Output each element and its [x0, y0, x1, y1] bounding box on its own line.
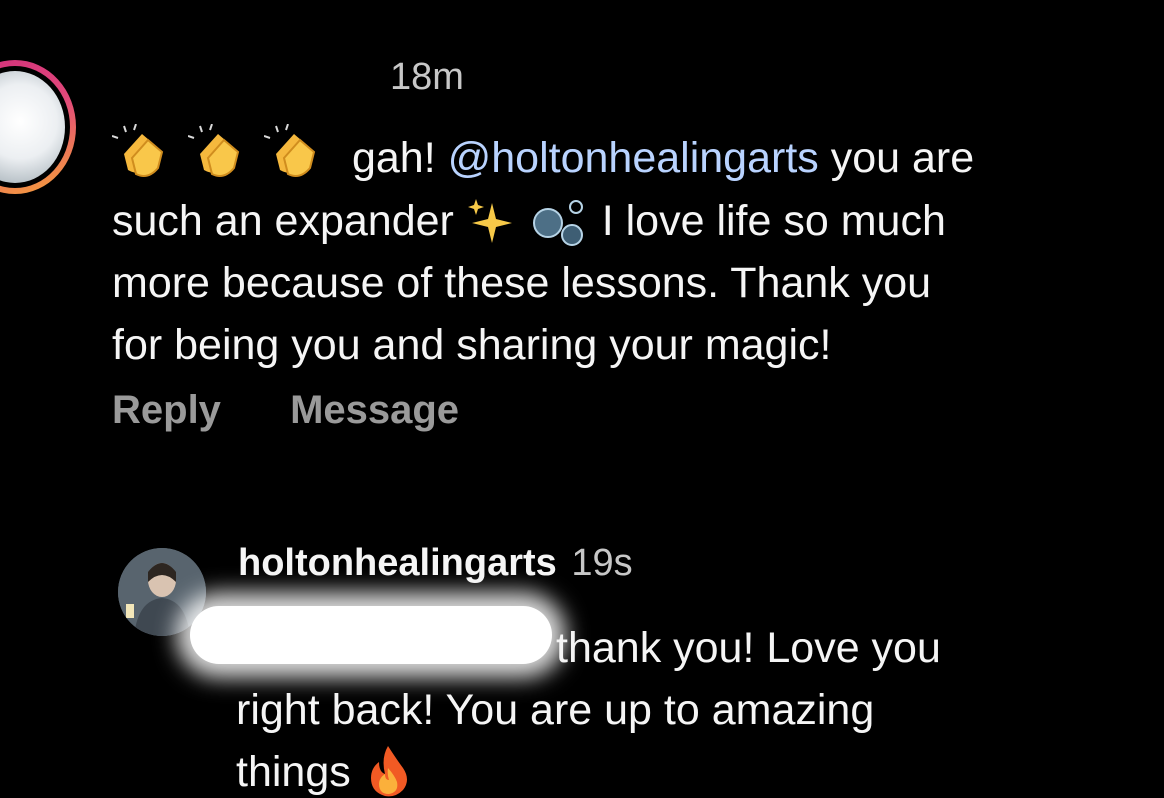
mention-link[interactable]: @holtonhealingarts — [448, 134, 819, 182]
comment-timestamp: 18m — [390, 56, 464, 98]
reply-text: thank you! Love you right back! You are … — [236, 617, 1136, 798]
clapping-hands-icon — [111, 123, 188, 190]
fire-icon — [363, 746, 413, 797]
comment-text: gah! @holtonhealingarts you are such an … — [111, 123, 1152, 376]
reply-username[interactable]: holtonhealingarts — [238, 542, 557, 584]
comment-text-part: I love life so much — [601, 197, 946, 245]
bubbles-icon — [528, 197, 602, 246]
clapping-hands-icon — [187, 123, 264, 190]
clapping-hands-icon — [263, 123, 340, 190]
reply-text-part: things — [236, 748, 351, 796]
avatar-ring-gap — [0, 66, 70, 188]
reply-button[interactable]: Reply — [112, 388, 221, 432]
reply-line-2: right back! You are up to amazing — [236, 686, 875, 734]
comment-actions: Reply Message — [112, 388, 517, 433]
commenter-avatar[interactable] — [0, 60, 76, 194]
commenter-avatar-photo — [0, 71, 65, 183]
comment-line-4: for being you and sharing your magic! — [112, 321, 832, 369]
comment-text-part: gah! — [351, 134, 436, 182]
comment-text-part: such an expander — [112, 197, 454, 245]
reply-header: holtonhealingarts 19s — [238, 542, 633, 585]
comment-line-3: more because of these lessons. Thank you — [112, 259, 932, 307]
reply-line-3: things — [236, 741, 1136, 798]
comment-line-1: gah! @holtonhealingarts you are — [111, 123, 1152, 190]
comment-text-part: you are — [830, 134, 975, 182]
reply-line-1: thank you! Love you — [556, 624, 941, 672]
message-button[interactable]: Message — [290, 388, 459, 432]
reply-timestamp: 19s — [571, 542, 633, 584]
comment-line-2: such an expander I love life so much — [112, 190, 1152, 252]
sparkles-icon — [454, 197, 528, 245]
